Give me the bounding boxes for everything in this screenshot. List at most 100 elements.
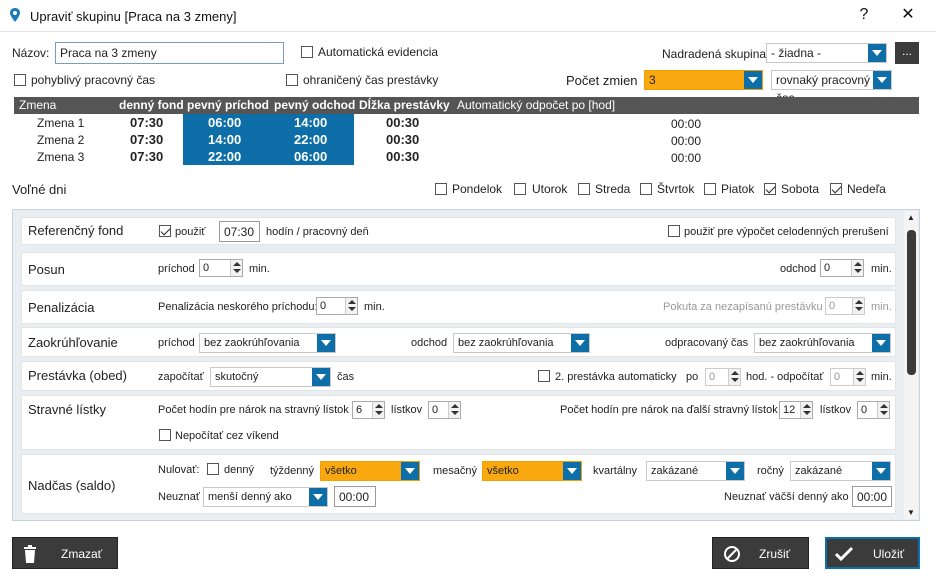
- day-label: Nedeľa: [847, 182, 886, 196]
- ot-monthly-select[interactable]: všetko: [482, 461, 582, 481]
- chevron-down-icon[interactable]: [726, 462, 744, 480]
- shift-departure[interactable]: 14:00: [294, 115, 327, 130]
- shift-break[interactable]: 00:30: [386, 149, 419, 164]
- col-auto: Automatický odpočet po [hod]: [457, 98, 616, 112]
- ot-daily-checkbox[interactable]: [207, 463, 219, 475]
- chevron-down-icon[interactable]: [309, 488, 327, 506]
- ref-use-checkbox[interactable]: [159, 225, 171, 237]
- meal-tickets-spinner[interactable]: 0: [428, 401, 461, 419]
- save-button[interactable]: Uložiť: [825, 537, 920, 569]
- shift-departure[interactable]: 22:00: [294, 132, 327, 147]
- shift-name[interactable]: Zmena 1: [37, 116, 84, 130]
- shift-fund[interactable]: 07:30: [130, 149, 163, 164]
- day-checkbox-nedela[interactable]: [830, 183, 842, 195]
- cancel-button[interactable]: Zrušiť: [712, 537, 809, 569]
- location-pin-icon: [10, 8, 20, 22]
- meal-next-tickets-spinner[interactable]: 0: [857, 401, 890, 419]
- shift-grid-header: Zmena denný fond pevný príchod pevný odc…: [14, 97, 919, 114]
- shift-fund[interactable]: 07:30: [130, 115, 163, 130]
- chevron-down-icon[interactable]: [868, 44, 886, 62]
- scroll-down-icon[interactable]: ▼: [907, 508, 915, 517]
- break-po-spinner[interactable]: 0: [705, 368, 741, 386]
- ot-ignore-select[interactable]: menší denný ako: [203, 487, 328, 507]
- shift-auto[interactable]: 00:00: [671, 134, 701, 148]
- break-po-label: po: [686, 371, 699, 383]
- chevron-down-icon[interactable]: [873, 71, 891, 89]
- shift-count-select[interactable]: 3: [644, 70, 763, 90]
- ot-ignore-more-input[interactable]: 00:00: [852, 486, 892, 507]
- shift-auto[interactable]: 00:00: [671, 151, 701, 165]
- shift-mode-select[interactable]: rovnaký pracovný čas: [771, 70, 892, 105]
- shift-break[interactable]: 00:30: [386, 132, 419, 147]
- chevron-down-icon[interactable]: [872, 462, 890, 480]
- chevron-down-icon[interactable]: [571, 334, 589, 352]
- chevron-down-icon[interactable]: [872, 334, 890, 352]
- posun-departure-label: odchod: [780, 263, 817, 275]
- shift-count-label: Počet zmien: [566, 73, 638, 88]
- day-label: Streda: [595, 182, 631, 196]
- col-fund: denný fond: [119, 98, 184, 112]
- round-worked-select[interactable]: bez zaokrúhľovania: [754, 333, 891, 353]
- save-label: Uložiť: [873, 547, 905, 561]
- pen-late-spinner[interactable]: 0: [316, 297, 358, 315]
- ref-fund-input[interactable]: 07:30: [219, 221, 260, 242]
- shift-arrival[interactable]: 14:00: [208, 132, 241, 147]
- day-checkbox-pondelok[interactable]: [435, 183, 447, 195]
- chevron-down-icon[interactable]: [563, 462, 581, 480]
- select-value: všetko: [325, 465, 357, 477]
- shift-arrival[interactable]: 22:00: [208, 149, 241, 164]
- shift-auto[interactable]: 00:00: [671, 117, 701, 131]
- day-label: Piatok: [721, 182, 755, 196]
- day-checkbox-streda[interactable]: [578, 183, 590, 195]
- posun-arrival-spinner[interactable]: 0: [199, 259, 243, 277]
- pen-fine-spinner[interactable]: 0: [825, 297, 865, 315]
- section-nadcas: [21, 454, 896, 514]
- weekend-checkbox[interactable]: [159, 429, 171, 441]
- ot-ignore-label: Neuznať: [158, 491, 201, 503]
- ot-quarterly-select[interactable]: zakázané: [646, 461, 745, 481]
- day-checkbox-sobota[interactable]: [764, 183, 776, 195]
- chevron-down-icon[interactable]: [317, 334, 335, 352]
- day-checkbox-piatok[interactable]: [704, 183, 716, 195]
- break-count-select[interactable]: skutočný: [210, 367, 331, 387]
- chevron-down-icon[interactable]: [401, 462, 419, 480]
- shift-departure[interactable]: 06:00: [294, 149, 327, 164]
- ot-ignore-time-input[interactable]: 00:00: [334, 486, 376, 507]
- break-count-label: započítať: [158, 371, 204, 383]
- weekend-label: Nepočítať cez víkend: [175, 430, 279, 442]
- ref-unit: hodín / pracovný deň: [266, 226, 369, 238]
- day-checkbox-utorok[interactable]: [514, 183, 526, 195]
- ot-yearly-select[interactable]: zakázané: [790, 461, 891, 481]
- browse-button[interactable]: ...: [895, 42, 919, 64]
- ot-weekly-select[interactable]: všetko: [320, 461, 420, 481]
- second-break-checkbox[interactable]: [538, 370, 550, 382]
- chevron-down-icon[interactable]: [312, 368, 330, 386]
- name-input[interactable]: Praca na 3 zmeny: [55, 42, 284, 64]
- round-arrival-label: príchod: [158, 337, 195, 349]
- shift-arrival[interactable]: 06:00: [208, 115, 241, 130]
- help-button[interactable]: ?: [852, 4, 876, 26]
- flexible-time-checkbox[interactable]: [14, 74, 26, 86]
- close-button[interactable]: ✕: [896, 4, 920, 26]
- min-label: min.: [871, 371, 892, 383]
- delete-button[interactable]: Zmazať: [12, 537, 118, 569]
- chevron-down-icon[interactable]: [744, 71, 762, 89]
- shift-name[interactable]: Zmena 2: [37, 133, 84, 147]
- break-min-spinner[interactable]: 0: [830, 368, 866, 386]
- shift-break[interactable]: 00:30: [386, 115, 419, 130]
- parent-group-select[interactable]: - žiadna -: [766, 43, 887, 63]
- posun-departure-spinner[interactable]: 0: [820, 259, 864, 277]
- round-departure-select[interactable]: bez zaokrúhľovania: [453, 333, 590, 353]
- day-checkbox-stvrtok[interactable]: [640, 183, 652, 195]
- col-break: Dĺžka prestávky: [359, 98, 450, 112]
- auto-evidence-checkbox[interactable]: [301, 46, 313, 58]
- limited-break-checkbox[interactable]: [286, 74, 298, 86]
- scroll-up-icon[interactable]: ▲: [907, 213, 915, 222]
- scrollbar-thumb[interactable]: [907, 230, 916, 375]
- ref-fullday-checkbox[interactable]: [668, 225, 680, 237]
- shift-name[interactable]: Zmena 3: [37, 150, 84, 164]
- meal-hours-spinner[interactable]: 6: [352, 401, 385, 419]
- round-arrival-select[interactable]: bez zaokrúhľovania: [199, 333, 336, 353]
- meal-next-spinner[interactable]: 12: [779, 401, 813, 419]
- shift-fund[interactable]: 07:30: [130, 132, 163, 147]
